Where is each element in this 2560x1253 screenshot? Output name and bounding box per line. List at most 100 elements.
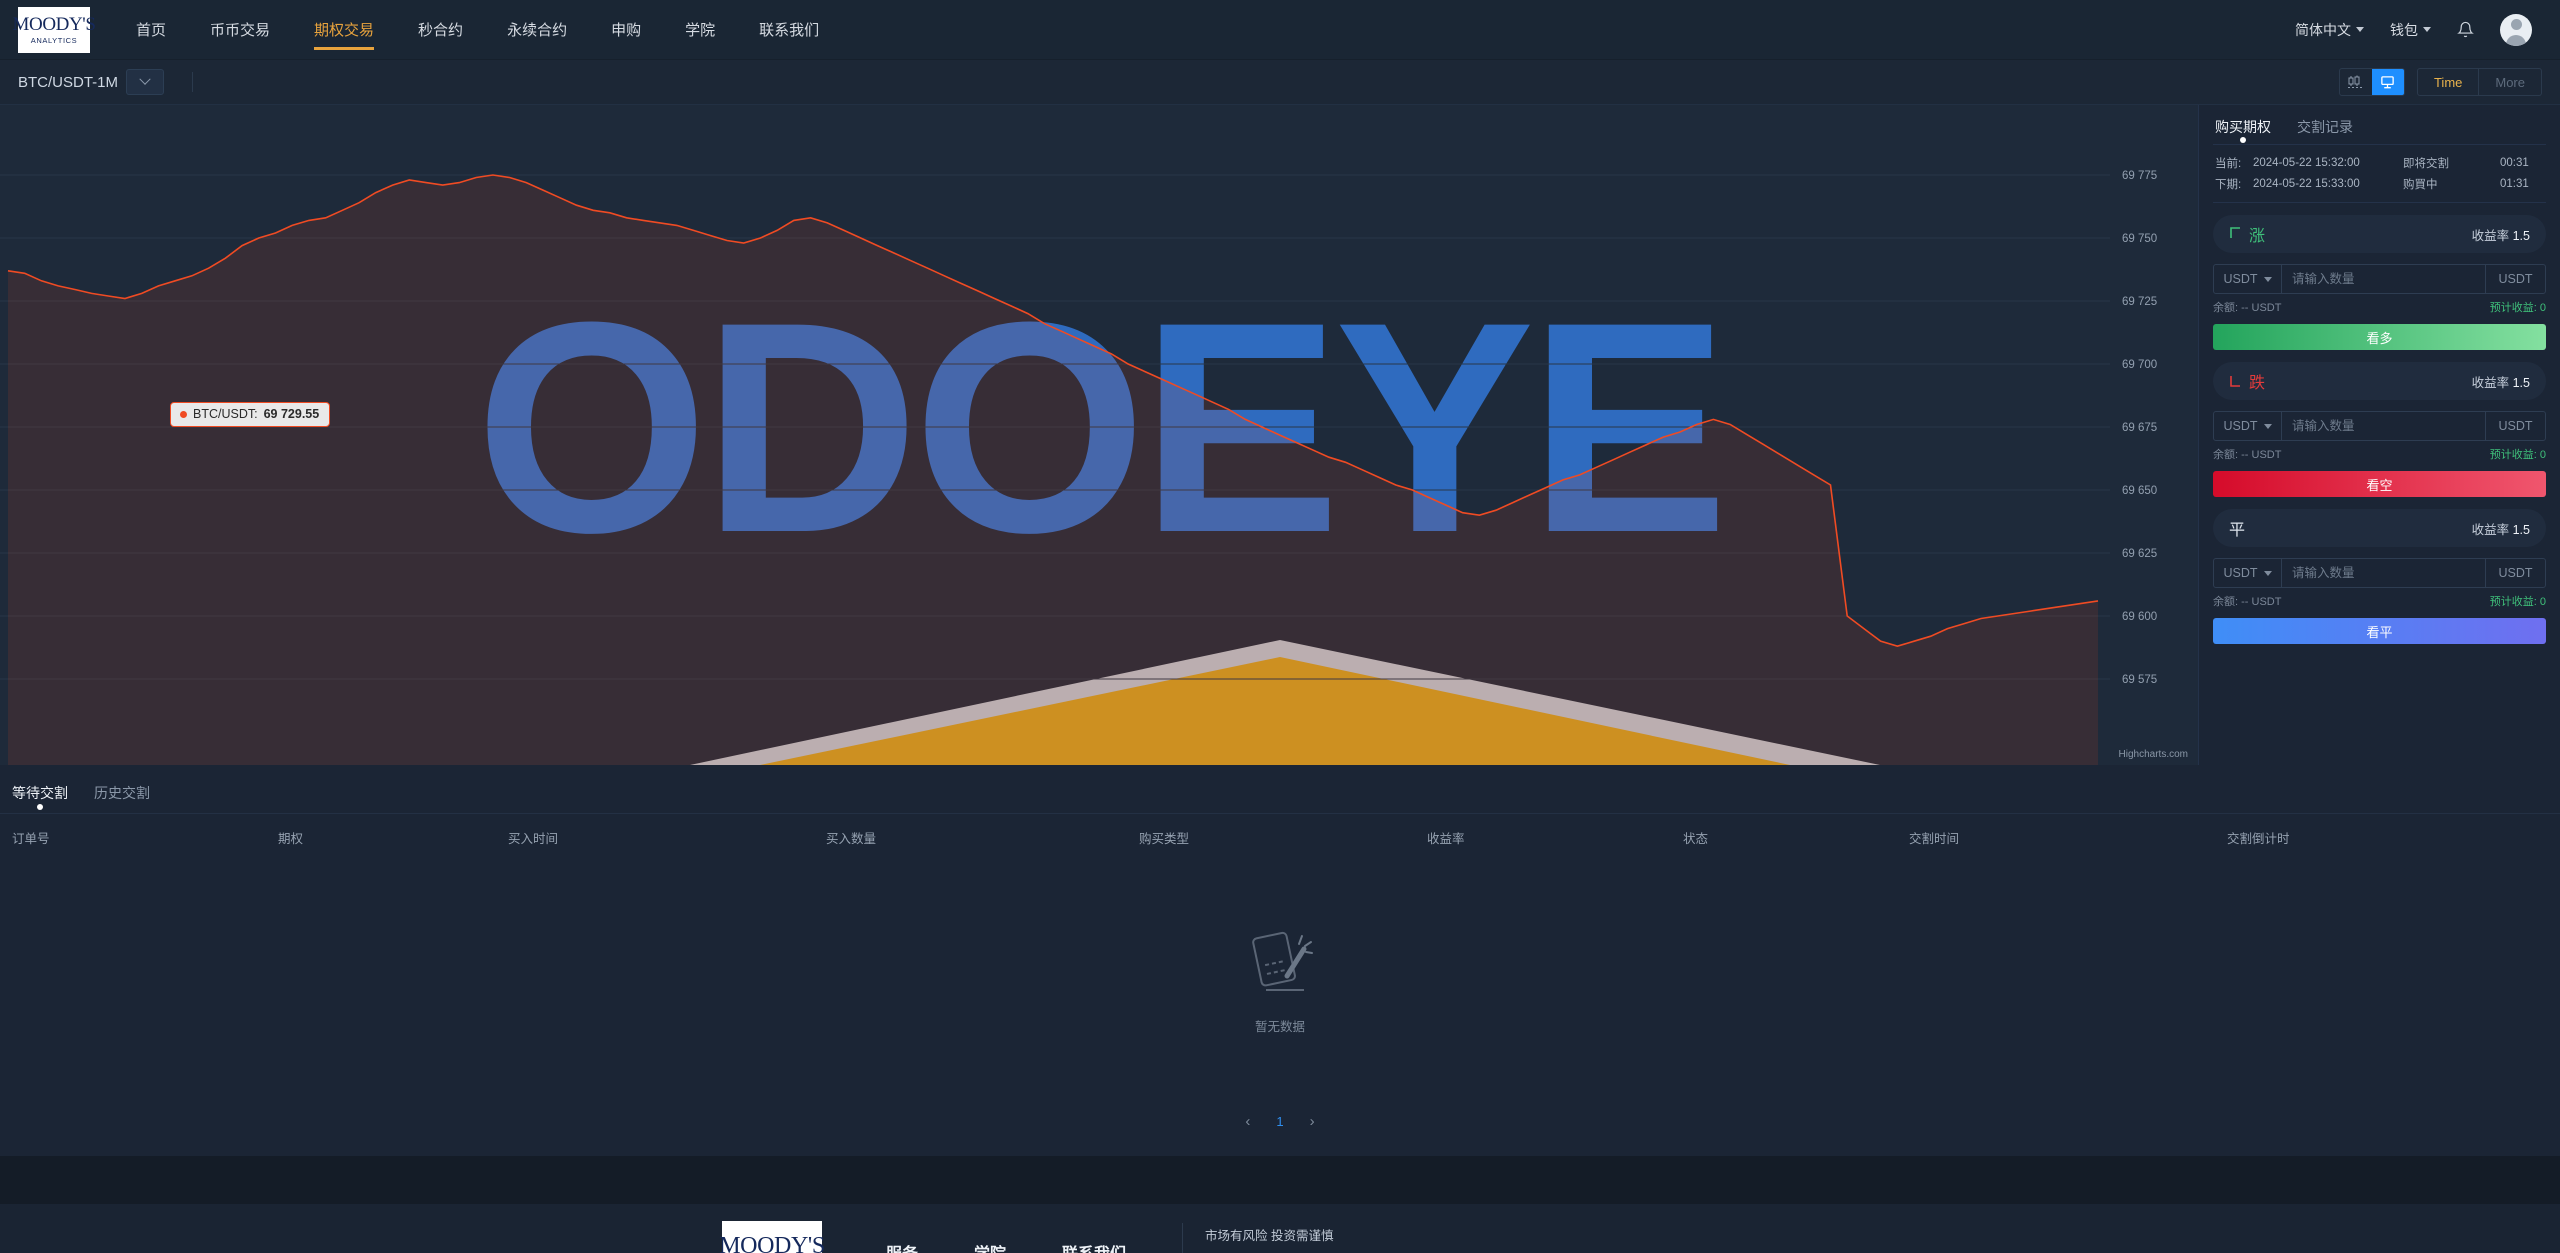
currency-select-flat-label: USDT xyxy=(2223,566,2258,580)
chevron-down-icon xyxy=(2423,27,2431,32)
notifications-button[interactable] xyxy=(2457,21,2474,38)
tab-pending-settlement[interactable]: 等待交割 xyxy=(12,783,68,811)
currency-select-up[interactable]: USDT xyxy=(2214,265,2282,293)
nav-item-contact-us[interactable]: 联系我们 xyxy=(737,0,841,59)
nav-item-spot-trading[interactable]: 币币交易 xyxy=(188,0,292,59)
nav-item-options-trading[interactable]: 期权交易 xyxy=(292,0,396,59)
footer-logo-wordmark: MOODY'S xyxy=(719,1232,825,1253)
amount-unit-flat: USDT xyxy=(2485,559,2545,587)
footer-link-services[interactable]: 服务 xyxy=(886,1240,918,1253)
order-card-down: 跌 收益率 1.5 USDT USDT 余额: -- USDT xyxy=(2213,362,2546,497)
amount-input-row-up: USDT USDT xyxy=(2213,264,2546,294)
profit-flat: 预计收益: 0 xyxy=(2490,593,2546,609)
logo-subtitle: ANALYTICS xyxy=(30,35,78,45)
footer: MOODY'S ANALYTICS 服务 学院 联系我们 市场有风险 投资需谨慎… xyxy=(0,1204,2560,1253)
footer-risk-note: 市场有风险 投资需谨慎 xyxy=(1205,1228,1334,1243)
footer-link-contact-us[interactable]: 联系我们 xyxy=(1062,1240,1126,1253)
buy-short-button[interactable]: 看空 xyxy=(2213,471,2546,497)
currency-select-flat[interactable]: USDT xyxy=(2214,559,2282,587)
profit-label-flat: 预计收益: xyxy=(2489,596,2537,608)
moodys-logo[interactable]: MOODY'S ANALYTICS xyxy=(13,6,96,53)
page-number-1[interactable]: 1 xyxy=(1276,1114,1283,1129)
nav-item-perpetual-contract[interactable]: 永续合约 xyxy=(485,0,589,59)
order-card-flat-title: 平 xyxy=(2229,516,2245,540)
orders-tabs: 等待交割 历史交割 xyxy=(0,771,2560,811)
balance-label-flat: 余额: xyxy=(2213,596,2239,608)
profit-value-down: 0 xyxy=(2539,449,2546,461)
next-round-status: 购買中 xyxy=(2403,178,2438,191)
chevron-right-icon[interactable]: › xyxy=(1310,1113,1315,1130)
column-buy-time: 买入时间 xyxy=(508,832,559,846)
tab-buy-options[interactable]: 购买期权 xyxy=(2215,117,2271,144)
svg-text:69 600: 69 600 xyxy=(2122,611,2157,623)
balance-up: 余额: -- USDT xyxy=(2213,299,2281,315)
footer-link-academy[interactable]: 学院 xyxy=(974,1240,1006,1253)
toolbar-divider xyxy=(192,72,194,92)
column-yield-rate: 收益率 xyxy=(1427,832,1465,846)
rate-label: 收益率 xyxy=(2471,228,2510,243)
nav-item-home[interactable]: 首页 xyxy=(114,0,188,59)
amount-input-up[interactable] xyxy=(2282,265,2485,293)
rate-value: 1.5 xyxy=(2512,375,2530,390)
svg-text:69 725: 69 725 xyxy=(2122,296,2157,308)
chart-toolbar: BTC/USDT-1M Time More xyxy=(0,60,2560,105)
tab-settlement-records[interactable]: 交割记录 xyxy=(2297,117,2353,144)
order-card-down-header: 跌 收益率 1.5 xyxy=(2213,362,2546,400)
more-button[interactable]: More xyxy=(2478,69,2541,95)
line-chart-icon-button[interactable] xyxy=(2371,69,2404,95)
chevron-left-icon[interactable]: ‹ xyxy=(1245,1113,1250,1130)
amount-input-flat[interactable] xyxy=(2282,559,2485,587)
trading-pair-dropdown[interactable] xyxy=(126,69,165,95)
chart-price-tooltip: BTC/USDT: 69 729.55 xyxy=(170,402,331,427)
currency-select-down-label: USDT xyxy=(2223,419,2258,433)
language-selector[interactable]: 简体中文 xyxy=(2295,20,2364,40)
current-round-time: 2024-05-22 15:32:00 xyxy=(2253,156,2360,169)
profit-value-flat: 0 xyxy=(2539,596,2546,608)
top-navigation-bar: MOODY'S ANALYTICS 首页 币币交易 期权交易 秒合约 永续合约 … xyxy=(0,0,2560,60)
buy-long-button[interactable]: 看多 xyxy=(2213,324,2546,350)
next-round-row: 下期: 2024-05-22 15:33:00 购買中 01:31 xyxy=(2215,173,2544,194)
tab-history-settlement[interactable]: 历史交割 xyxy=(94,783,150,811)
candlestick-icon-button[interactable] xyxy=(2340,69,2372,95)
candlestick-icon xyxy=(2347,75,2364,88)
profit-down: 预计收益: 0 xyxy=(2490,446,2546,462)
balance-value-down: -- USDT xyxy=(2241,449,2282,461)
order-card-flat-rate: 收益率 1.5 xyxy=(2472,519,2530,538)
logo-wordmark: MOODY'S xyxy=(12,13,96,35)
meta-row-flat: 余额: -- USDT 预计收益: 0 xyxy=(2213,593,2546,609)
amount-input-row-down: USDT USDT xyxy=(2213,411,2546,441)
order-card-up: 涨 收益率 1.5 USDT USDT 余额: -- USDT xyxy=(2213,215,2546,350)
empty-state-text: 暂无数据 xyxy=(1254,1019,1305,1034)
profit-label-down: 预计收益: xyxy=(2489,449,2537,461)
column-settlement-time: 交割时间 xyxy=(1909,832,1960,846)
rate-label: 收益率 xyxy=(2471,375,2510,390)
tooltip-price-value: 69 729.55 xyxy=(263,407,320,421)
balance-label-down: 余额: xyxy=(2213,449,2239,461)
chart-type-toggle xyxy=(2338,68,2405,96)
footer-logo: MOODY'S ANALYTICS xyxy=(719,1220,825,1253)
current-round-key: 当前: xyxy=(2215,157,2242,170)
chart-series xyxy=(7,174,2099,765)
bell-icon xyxy=(2457,21,2474,38)
time-button[interactable]: Time xyxy=(2418,69,2478,95)
nav-item-second-contract[interactable]: 秒合约 xyxy=(396,0,485,59)
amount-input-down[interactable] xyxy=(2282,412,2485,440)
highcharts-credit: Highcharts.com xyxy=(2118,749,2188,760)
wallet-menu[interactable]: 钱包 xyxy=(2390,20,2431,40)
language-label: 简体中文 xyxy=(2295,21,2351,38)
avatar[interactable] xyxy=(2500,13,2532,46)
column-order-id: 订单号 xyxy=(12,832,50,846)
buy-flat-button[interactable]: 看平 xyxy=(2213,618,2546,644)
order-card-down-rate: 收益率 1.5 xyxy=(2472,372,2530,391)
profit-value-up: 0 xyxy=(2539,302,2546,314)
currency-select-down[interactable]: USDT xyxy=(2214,412,2282,440)
svg-text:69 750: 69 750 xyxy=(2122,233,2157,245)
nav-links: 首页 币币交易 期权交易 秒合约 永续合约 申购 学院 联系我们 xyxy=(114,0,841,59)
rate-value: 1.5 xyxy=(2512,522,2530,537)
nav-item-subscription[interactable]: 申购 xyxy=(589,0,663,59)
price-chart[interactable]: ODOEYE 69 77569 75069 72569 70069 6 xyxy=(0,105,2198,765)
order-card-down-label: 跌 xyxy=(2249,375,2266,392)
nav-item-academy[interactable]: 学院 xyxy=(663,0,737,59)
profit-up: 预计收益: 0 xyxy=(2490,299,2546,315)
profit-label-up: 预计收益: xyxy=(2489,302,2537,314)
